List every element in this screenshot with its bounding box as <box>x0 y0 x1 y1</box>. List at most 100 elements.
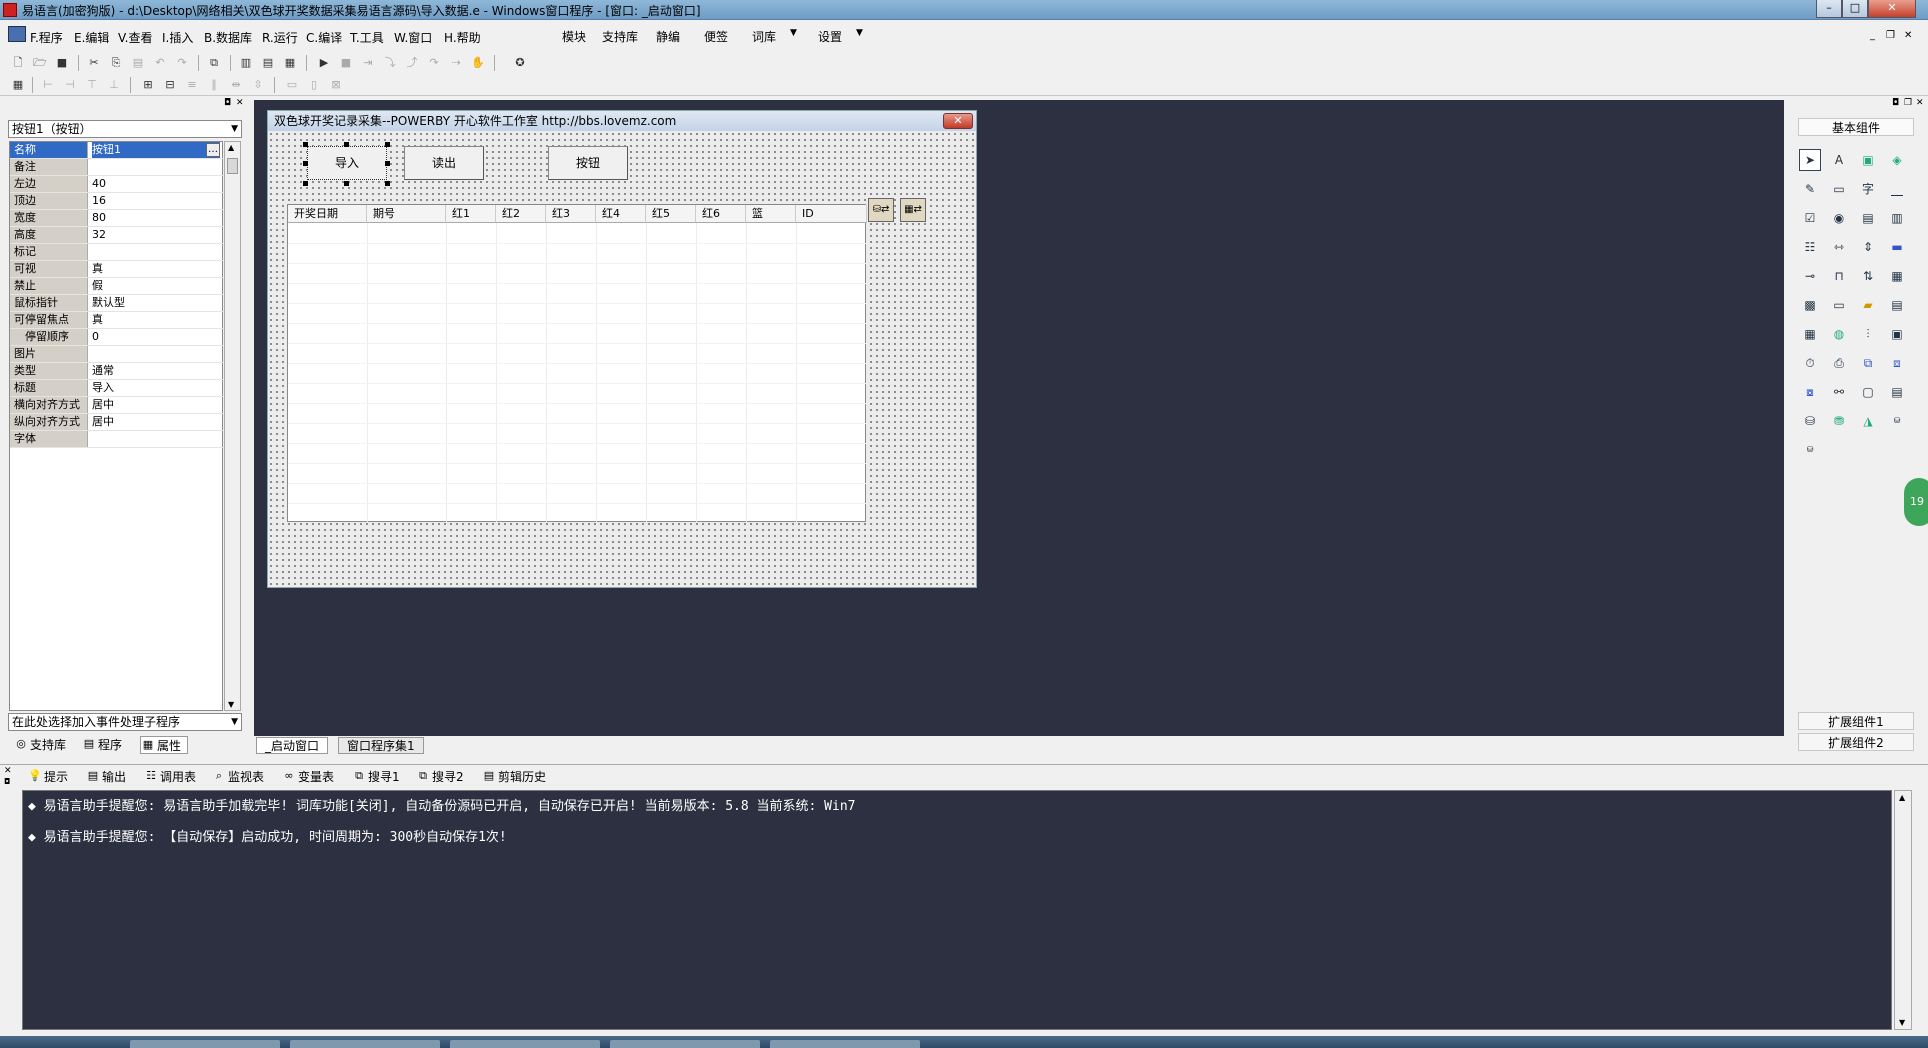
space-horizontal-icon[interactable]: ⇹ <box>228 77 244 93</box>
property-value[interactable] <box>92 431 220 447</box>
tab-program[interactable]: ▤ 程序 <box>82 736 122 754</box>
scroll-down-icon[interactable]: ▼ <box>228 700 234 709</box>
tab-variables[interactable]: ∞ 变量表 <box>282 768 334 786</box>
checklist-icon[interactable]: ☷ <box>1799 236 1821 258</box>
panel-close-icon[interactable]: ✕ <box>4 766 12 776</box>
database-provider-icon[interactable]: ⛁⇄ <box>868 198 894 222</box>
form-close-icon[interactable]: ✕ <box>943 113 973 129</box>
property-row[interactable]: 停留顺序 0 <box>10 329 224 346</box>
frame-icon[interactable]: ▢ <box>1857 381 1879 403</box>
same-size-icon[interactable]: ▭ <box>284 77 300 93</box>
globe-icon[interactable]: ◍ <box>1828 323 1850 345</box>
taskbar-item[interactable] <box>290 1040 440 1048</box>
property-row[interactable]: 高度 32 <box>10 227 224 244</box>
scroll-up-icon[interactable]: ▲ <box>1899 793 1905 802</box>
extension-components-2[interactable]: 扩展组件2 <box>1798 733 1914 751</box>
property-row[interactable]: 备注 <box>10 159 224 176</box>
menu-tools[interactable]: T.工具 <box>350 29 384 46</box>
database-connect-icon[interactable]: ▦⇄ <box>900 198 926 222</box>
align-top-icon[interactable]: ⊤ <box>84 77 100 93</box>
editbox-icon[interactable]: ⎽ <box>1886 178 1908 200</box>
grid-header[interactable]: 红4 <box>596 205 646 223</box>
selection-handle[interactable] <box>303 161 308 166</box>
grid-header[interactable]: 开奖日期 <box>288 205 367 223</box>
import-button[interactable]: 导入 <box>307 146 387 180</box>
palette-title[interactable]: 基本组件 <box>1798 118 1914 136</box>
selection-handle[interactable] <box>344 181 349 186</box>
maximize-button[interactable]: □ <box>1842 0 1868 18</box>
property-row[interactable]: 名称 按钮1… <box>10 142 224 159</box>
grid-header[interactable]: 红5 <box>646 205 696 223</box>
read-button[interactable]: 读出 <box>404 146 484 180</box>
layout-bottom-icon[interactable]: ▦ <box>282 55 298 71</box>
panel-close-icon[interactable]: ✕ <box>1916 98 1924 108</box>
step-icon[interactable]: ⇥ <box>360 55 376 71</box>
tab-watch[interactable]: ⌕ 监视表 <box>212 768 264 786</box>
tab-clip-history[interactable]: ▤ 剪辑历史 <box>482 768 546 786</box>
taskbar-item[interactable] <box>130 1040 280 1048</box>
step-over-icon[interactable]: ↷ <box>426 55 442 71</box>
output-scrollbar[interactable]: ▲ ▼ <box>1894 790 1912 1030</box>
panel-close-icon[interactable]: ✕ <box>236 98 244 108</box>
chevron-down-icon[interactable]: ▼ <box>790 28 797 38</box>
tab-search-2[interactable]: ⧉ 搜寻2 <box>416 768 464 786</box>
radio-icon[interactable]: ◉ <box>1828 207 1850 229</box>
property-value[interactable]: 按钮1 <box>92 142 220 158</box>
property-value[interactable]: 默认型 <box>92 295 220 311</box>
align-bottom-icon[interactable]: ⊥ <box>106 77 122 93</box>
property-row[interactable]: 图片 <box>10 346 224 363</box>
property-row[interactable]: 类型 通常 <box>10 363 224 380</box>
taskbar-item[interactable] <box>770 1040 920 1048</box>
pointer-icon[interactable]: ➤ <box>1799 149 1821 171</box>
progress-icon[interactable]: ▬ <box>1886 236 1908 258</box>
selection-handle[interactable] <box>385 142 390 147</box>
property-value[interactable]: 80 <box>92 210 220 226</box>
property-value[interactable] <box>92 244 220 260</box>
splitter-icon[interactable]: ⫶ <box>1857 323 1879 345</box>
label-icon[interactable]: A <box>1828 149 1850 171</box>
property-value[interactable]: 16 <box>92 193 220 209</box>
property-row[interactable]: 可视真 <box>10 261 224 278</box>
step-into-icon[interactable]: ⤵ <box>382 55 398 71</box>
property-value[interactable] <box>92 159 220 175</box>
data-source-icon[interactable]: ⛁ <box>1799 410 1821 432</box>
tab-support-lib[interactable]: ◎ 支持库 <box>14 736 66 754</box>
window-icon[interactable]: ▣ <box>1886 323 1908 345</box>
cut-icon[interactable]: ✂ <box>86 55 102 71</box>
open-folder-icon[interactable]: 🗁 <box>32 55 48 71</box>
stop-icon[interactable]: ■ <box>338 55 354 71</box>
align-left-icon[interactable]: ⊢ <box>40 77 56 93</box>
drawing-board-icon[interactable]: ✎ <box>1799 178 1821 200</box>
property-row[interactable]: 禁止假 <box>10 278 224 295</box>
tab-output[interactable]: ▤ 输出 <box>86 768 126 786</box>
step-out-icon[interactable]: ⤴ <box>404 55 420 71</box>
odbc-database-icon[interactable]: ⛁ <box>1886 410 1908 432</box>
taskbar-item[interactable] <box>450 1040 600 1048</box>
calendar-icon[interactable]: ▦ <box>1886 265 1908 287</box>
tab-startup-window[interactable]: _启动窗口 <box>256 737 329 754</box>
property-value[interactable]: 居中 <box>92 414 220 430</box>
save-icon[interactable]: ■ <box>54 55 70 71</box>
menu-settings[interactable]: 设置 <box>818 28 842 45</box>
property-row[interactable]: 纵向对齐方式 居中 <box>10 414 224 431</box>
tab-window-assembly[interactable]: 窗口程序集1 <box>338 737 424 754</box>
selection-handle[interactable] <box>385 181 390 186</box>
document-icon[interactable]: ▤ <box>1886 294 1908 316</box>
grid-header[interactable]: 期号 <box>367 205 446 223</box>
menu-view[interactable]: V.查看 <box>118 29 152 46</box>
menu-support-lib[interactable]: 支持库 <box>602 28 638 45</box>
menu-notes[interactable]: 便签 <box>704 28 728 45</box>
menu-wordlib[interactable]: 词库 <box>752 28 776 45</box>
taskbar-item[interactable] <box>610 1040 760 1048</box>
center-horizontal-icon[interactable]: ⊞ <box>140 77 156 93</box>
tab-hint[interactable]: 💡 提示 <box>28 768 68 786</box>
grid-header[interactable]: 篮 <box>746 205 796 223</box>
tab-control-icon[interactable]: ⊓ <box>1828 265 1850 287</box>
property-row[interactable]: 字体 <box>10 431 224 448</box>
menu-help[interactable]: H.帮助 <box>444 29 481 46</box>
panel-pin-icon[interactable]: ◘ <box>4 777 10 786</box>
same-size-all-icon[interactable]: ⊠ <box>328 77 344 93</box>
grid-header[interactable]: 红1 <box>446 205 496 223</box>
close-button[interactable]: ✕ <box>1868 0 1916 18</box>
menu-modules[interactable]: 模块 <box>562 28 586 45</box>
